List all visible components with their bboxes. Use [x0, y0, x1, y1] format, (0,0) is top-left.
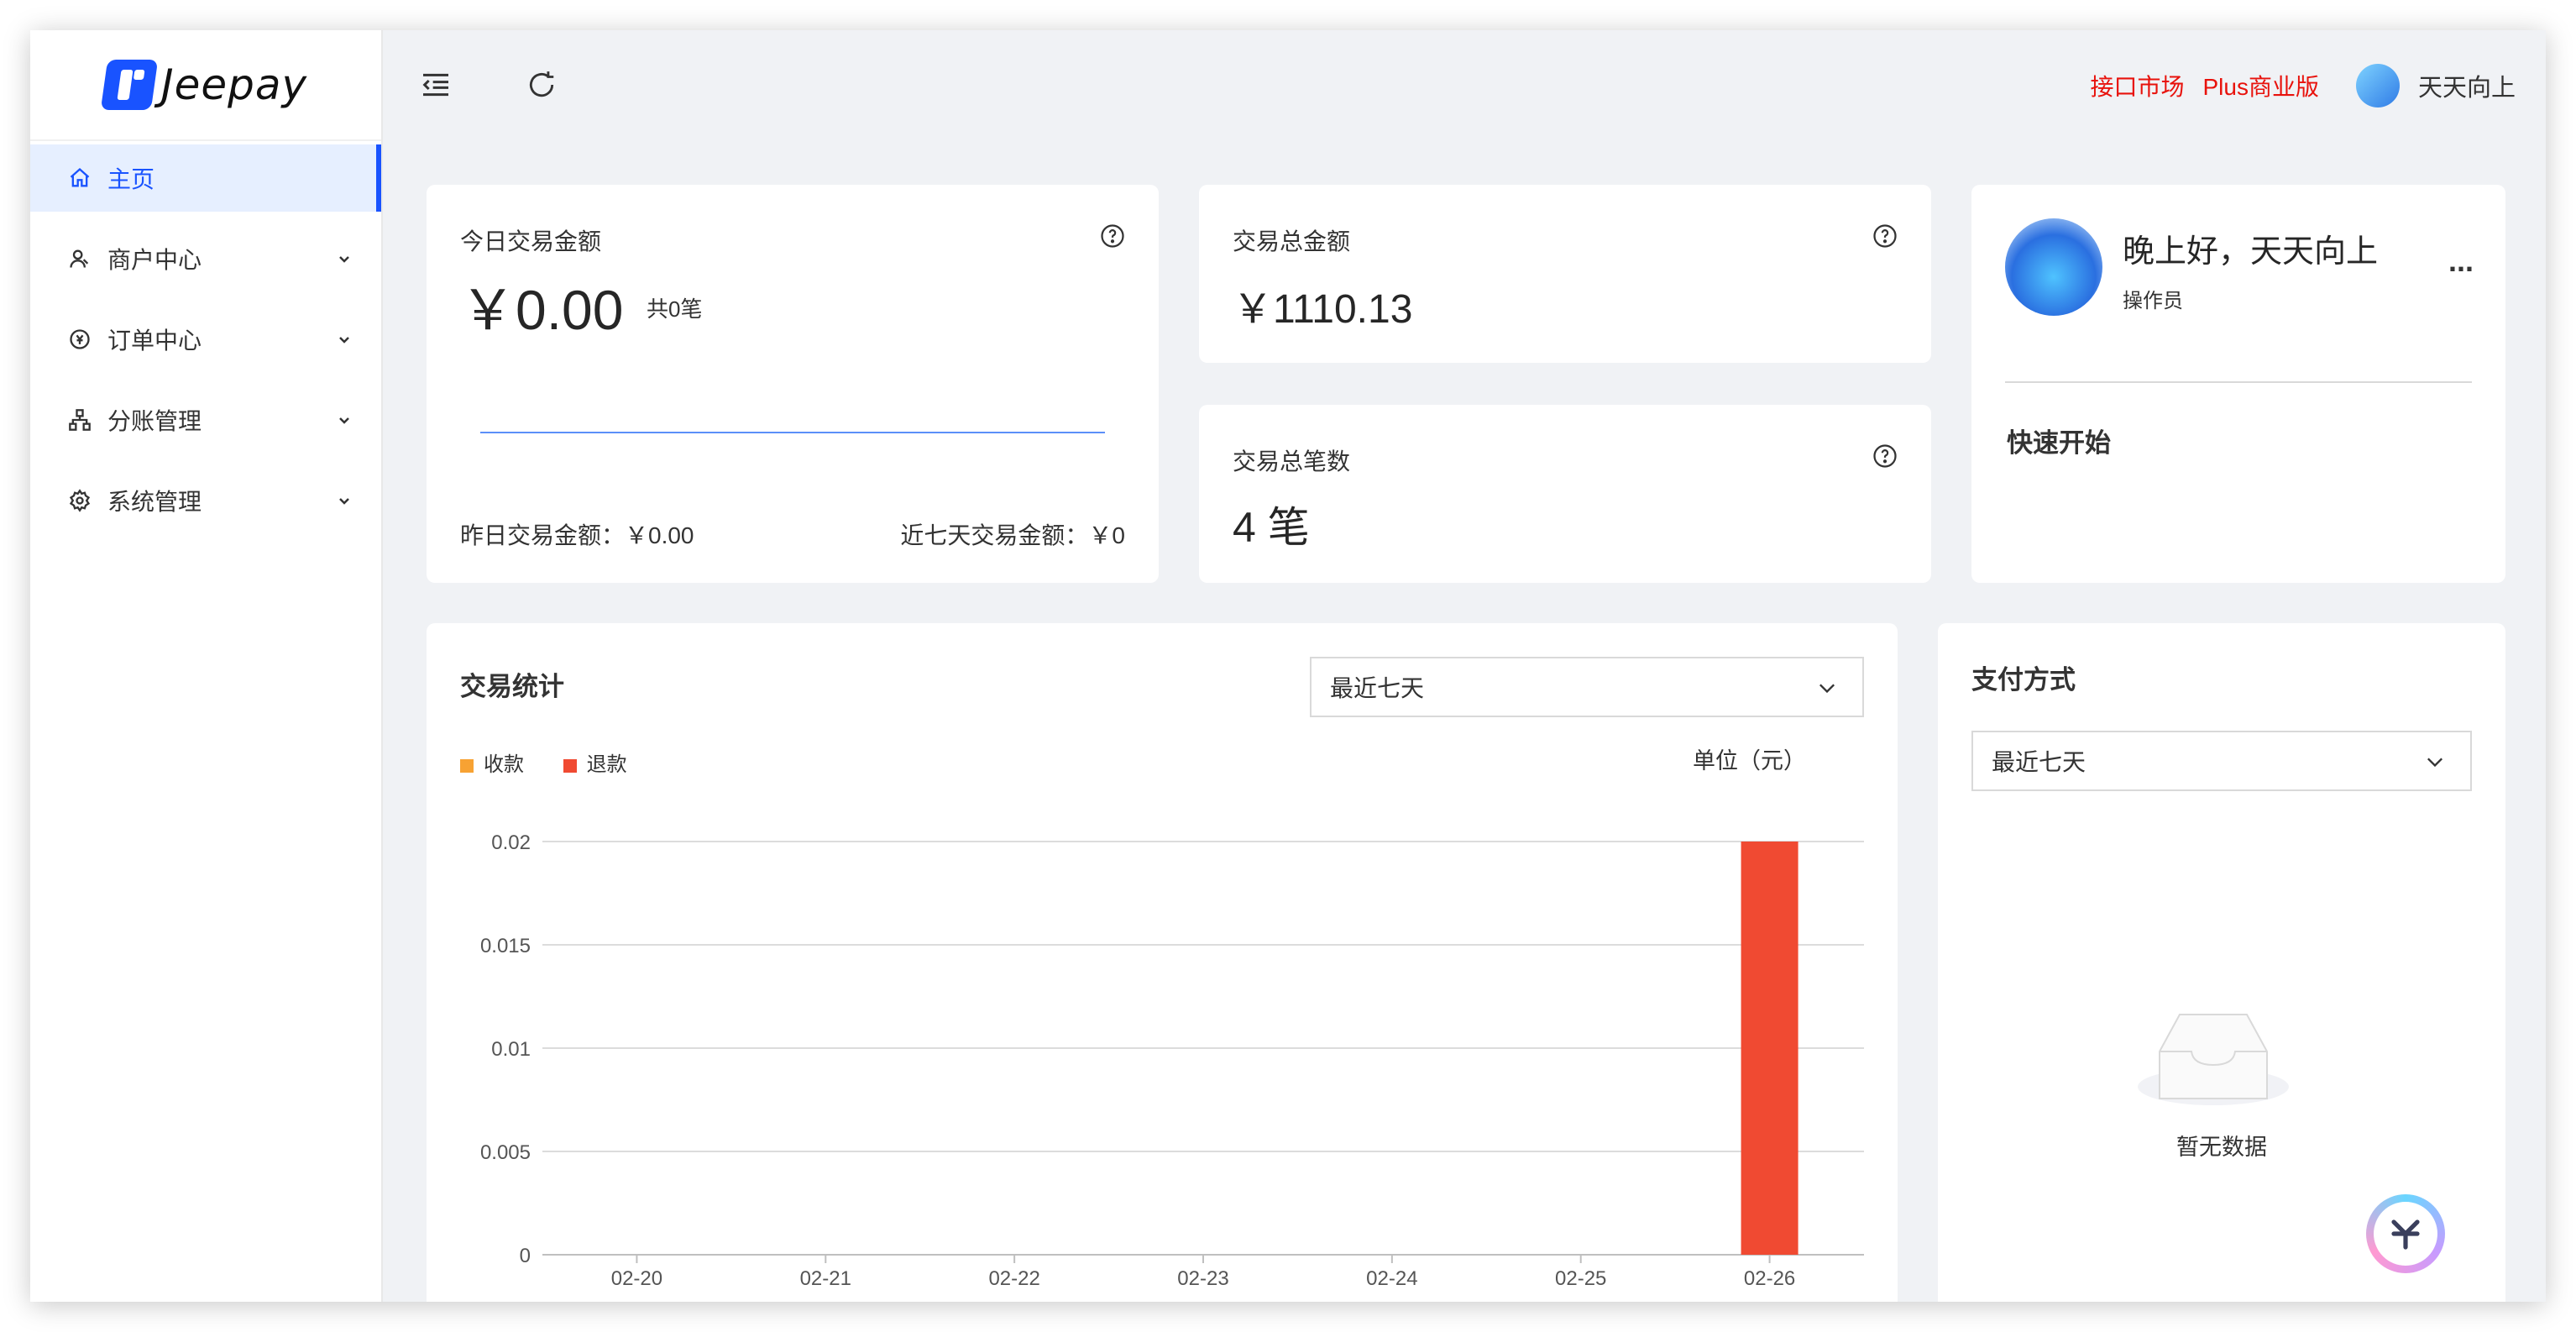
sidebar-item-label: 主页	[107, 166, 155, 192]
card-title: 交易总金额	[1233, 228, 1351, 254]
welcome-avatar	[2005, 218, 2102, 316]
menu-fold-icon[interactable]	[416, 66, 455, 104]
question-circle-icon[interactable]	[1100, 223, 1125, 249]
today-amount-value: ￥0.00	[460, 279, 624, 341]
x-tick-label: 02-22	[988, 1267, 1039, 1290]
x-tick-label: 02-21	[800, 1267, 851, 1290]
sidebar-item-home[interactable]: 主页	[30, 144, 381, 212]
order-icon	[67, 327, 92, 352]
more-button[interactable]: ...	[2448, 244, 2474, 279]
x-tick-label: 02-25	[1555, 1267, 1606, 1290]
role-text: 操作员	[2123, 290, 2183, 312]
sidebar-item-label: 系统管理	[107, 489, 202, 515]
x-tick-label: 02-24	[1366, 1267, 1417, 1290]
logo-text: Jeepay	[160, 60, 308, 109]
sidebar-item-label: 分账管理	[107, 408, 202, 434]
home-icon	[67, 165, 92, 191]
api-market-link[interactable]: 接口市场	[2090, 69, 2184, 102]
sidebar-item-order[interactable]: 订单中心	[30, 306, 381, 373]
y-tick-label: 0.02	[491, 831, 531, 854]
x-tick-label: 02-20	[611, 1267, 662, 1290]
y-tick-label: 0.015	[480, 935, 531, 957]
logo[interactable]: Jeepay	[30, 30, 381, 141]
sidebar-item-label: 订单中心	[107, 328, 202, 354]
total-count-card: 交易总笔数 4 笔	[1199, 405, 1931, 583]
today-trend-line	[480, 432, 1105, 433]
welcome-card: 晚上好，天天向上 操作员 ... 快速开始	[1971, 185, 2505, 583]
question-circle-icon[interactable]	[1872, 443, 1898, 469]
empty-text: 暂无数据	[2176, 1135, 2267, 1160]
settings-icon	[67, 488, 92, 513]
quick-start-title: 快速开始	[2007, 428, 2111, 458]
sidebar: Jeepay 主页 商户中心 订单中心 分账管理 系统管理	[30, 30, 383, 1302]
app-window: Jeepay 主页 商户中心 订单中心 分账管理 系统管理 接口市场 Plus商…	[30, 30, 2546, 1302]
card-title: 今日交易金额	[460, 228, 602, 254]
chevron-down-icon	[339, 337, 349, 343]
floating-help-button[interactable]	[2366, 1194, 2445, 1273]
x-tick-label: 02-23	[1177, 1267, 1228, 1290]
seven-day-amount: 近七天交易金额：￥0	[900, 522, 1125, 548]
y-tick-label: 0.01	[491, 1038, 531, 1061]
sidebar-item-merchant[interactable]: 商户中心	[30, 225, 381, 292]
y-tick-label: 0.005	[480, 1141, 531, 1164]
sidebar-item-split-account[interactable]: 分账管理	[30, 386, 381, 454]
y-tick-label: 0	[520, 1245, 531, 1267]
total-count-value: 4 笔	[1233, 504, 1310, 551]
merchant-icon	[67, 246, 92, 271]
chevron-down-icon	[2427, 758, 2442, 768]
sidebar-item-settings[interactable]: 系统管理	[30, 467, 381, 534]
split-account-icon	[67, 407, 92, 433]
transaction-bar-chart: 0 0.005 0.01 0.015 0.02 02-20 02-21 02-22 02-23 0…	[480, 831, 1864, 1290]
today-count: 共0笔	[647, 296, 703, 322]
top-header: 接口市场 Plus商业版 天天向上	[381, 30, 2546, 139]
sidebar-item-label: 商户中心	[107, 247, 202, 273]
select-value: 最近七天	[1992, 749, 2086, 775]
transaction-stats-card: 交易统计 最近七天 收款 退款 单位（元） 0 0.005 0.01 0.015 0.0…	[427, 623, 1898, 1302]
sidebar-menu: 主页 商户中心 订单中心 分账管理 系统管理	[30, 144, 381, 534]
card-title: 交易总笔数	[1233, 448, 1351, 475]
refresh-icon[interactable]	[522, 66, 561, 104]
bar-refund	[1741, 842, 1798, 1255]
chevron-down-icon	[339, 498, 349, 505]
today-amount-card: 今日交易金额 ￥0.00 共0笔 昨日交易金额：￥0.00 近七天交易金额：￥0	[427, 185, 1159, 583]
total-amount-value: ￥1110.13	[1233, 287, 1413, 332]
x-tick-label: 02-26	[1744, 1267, 1795, 1290]
divider	[2005, 381, 2472, 383]
jeepay-logo-icon	[100, 60, 159, 110]
chevron-down-icon	[339, 417, 349, 424]
chevron-down-icon	[339, 256, 349, 263]
card-title: 支付方式	[1971, 665, 2076, 695]
bot-icon	[2374, 1202, 2437, 1266]
user-name[interactable]: 天天向上	[2418, 68, 2516, 103]
plus-edition-link[interactable]: Plus商业版	[2203, 69, 2319, 102]
question-circle-icon[interactable]	[1872, 223, 1898, 249]
total-amount-card: 交易总金额 ￥1110.13	[1199, 185, 1931, 363]
empty-inbox-icon	[2138, 1014, 2289, 1105]
avatar[interactable]	[2355, 64, 2400, 108]
yesterday-amount: 昨日交易金额：￥0.00	[460, 522, 694, 548]
payment-range-select[interactable]: 最近七天	[1971, 731, 2472, 791]
greeting-text: 晚上好，天天向上	[2123, 234, 2379, 270]
